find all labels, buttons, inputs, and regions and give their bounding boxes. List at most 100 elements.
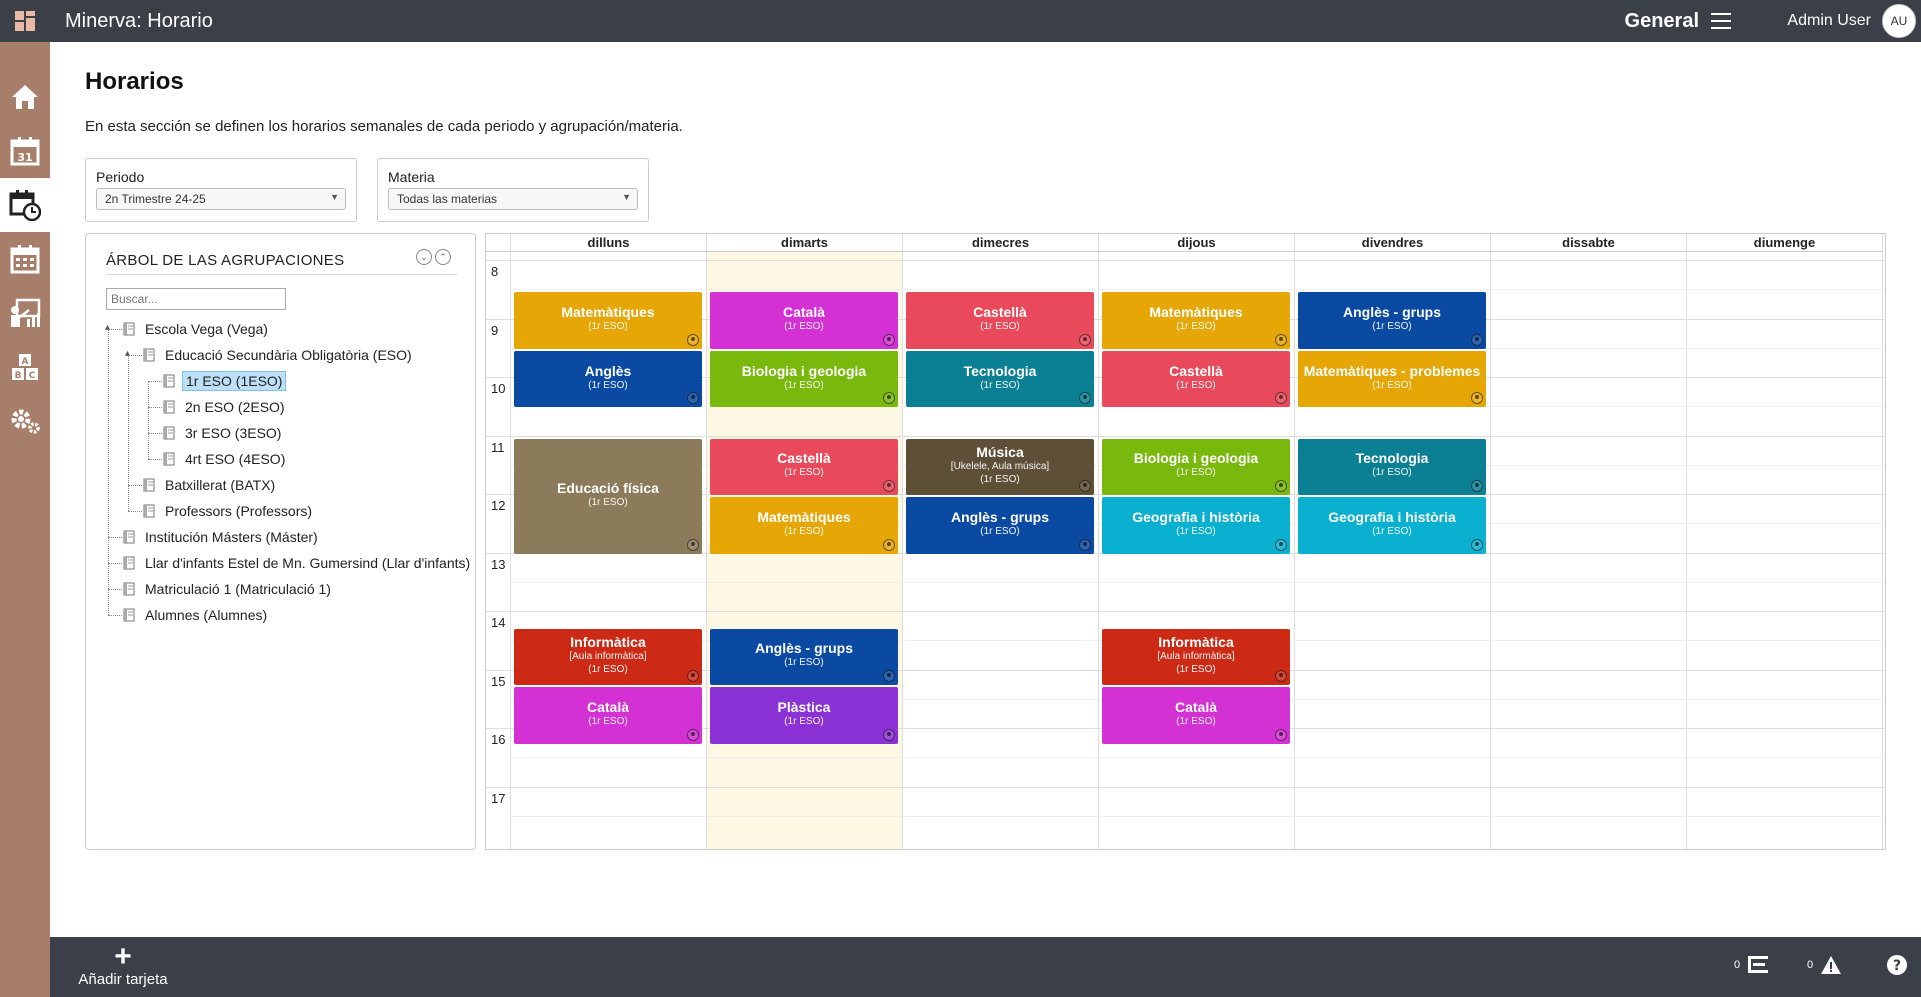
schedule-event[interactable]: Castellà (1r ESO) [1102, 350, 1290, 408]
event-info-icon[interactable] [1471, 333, 1483, 346]
schedule-event[interactable]: Matemàtiques (1r ESO) [514, 292, 702, 349]
schedule-event[interactable]: Català (1r ESO) [1102, 687, 1290, 744]
event-info-icon[interactable] [687, 728, 699, 741]
event-info-icon[interactable] [687, 392, 699, 405]
schedule-event[interactable]: Tecnologia (1r ESO) [1298, 438, 1486, 495]
sidebar-item-home[interactable] [0, 70, 50, 124]
hour-gridline [486, 611, 1885, 612]
event-subtitle: [Aula informàtica] [1157, 650, 1235, 662]
app-logo-icon[interactable] [0, 0, 50, 42]
schedule-event[interactable]: Català (1r ESO) [514, 687, 702, 744]
event-info-icon[interactable] [1471, 480, 1483, 492]
schedule-event[interactable]: Anglès - grups (1r ESO) [1298, 292, 1486, 349]
schedule-event[interactable]: Matemàtiques (1r ESO) [710, 497, 898, 554]
event-info-icon[interactable] [883, 333, 895, 346]
event-info-icon[interactable] [1275, 728, 1287, 741]
tree-node[interactable]: Educació Secundària Obligatòria (ESO) [142, 343, 415, 367]
event-info-icon[interactable] [687, 333, 699, 346]
tree-guide-line [108, 329, 109, 615]
schedule-event[interactable]: Biologia i geologia (1r ESO) [710, 350, 898, 408]
event-info-icon[interactable] [687, 670, 699, 683]
event-title: Tecnologia [963, 362, 1037, 379]
event-info-icon[interactable] [1079, 538, 1091, 551]
event-info-icon[interactable] [1275, 333, 1287, 346]
tree-connector [128, 485, 142, 486]
sidebar-item-settings[interactable] [0, 394, 50, 448]
tree-node[interactable]: 3r ESO (3ESO) [162, 421, 284, 445]
event-info-icon[interactable] [883, 670, 895, 683]
event-title: Català [586, 698, 630, 715]
tree-node[interactable]: Escola Vega (Vega) [122, 317, 271, 341]
periodo-label: Periodo [96, 169, 145, 185]
event-info-icon[interactable] [883, 480, 895, 492]
schedule-event[interactable]: Biologia i geologia (1r ESO) [1102, 438, 1290, 495]
event-title: Educació física [557, 479, 659, 496]
context-selector[interactable]: General [1625, 10, 1699, 33]
tree-node[interactable]: Institución Másters (Máster) [122, 525, 321, 549]
hamburger-menu-icon[interactable] [1711, 13, 1731, 29]
event-info-icon[interactable] [687, 538, 699, 551]
tree-node[interactable]: 4rt ESO (4ESO) [162, 447, 288, 471]
tree-node[interactable]: Llar d'infants Estel de Mn. Gumersind (L… [122, 551, 473, 575]
schedule-event[interactable]: Català (1r ESO) [710, 292, 898, 349]
tree-node-label: Matriculació 1 (Matriculació 1) [145, 581, 331, 597]
day-column[interactable] [1491, 252, 1687, 849]
tree-node[interactable]: Alumnes (Alumnes) [122, 603, 270, 627]
event-info-icon[interactable] [1275, 392, 1287, 405]
event-info-icon[interactable] [883, 392, 895, 405]
schedule-event[interactable]: Geografia i història (1r ESO) [1102, 497, 1290, 554]
svg-text:A: A [22, 357, 29, 367]
schedule-event[interactable]: Educació física (1r ESO) [514, 438, 702, 554]
schedule-event[interactable]: Geografia i història (1r ESO) [1298, 497, 1486, 554]
event-info-icon[interactable] [1079, 333, 1091, 346]
sidebar-item-teachers[interactable] [0, 286, 50, 340]
expand-all-icon[interactable]: ⌃ [435, 249, 451, 265]
event-info-icon[interactable] [883, 728, 895, 741]
event-info-icon[interactable] [1275, 480, 1287, 492]
page-title: Horarios [85, 68, 184, 95]
warning-icon[interactable] [1820, 954, 1842, 976]
sidebar-item-calendar-grid[interactable] [0, 232, 50, 286]
tree-node[interactable]: 1r ESO (1ESO) [162, 369, 287, 393]
schedule-event[interactable]: Plàstica (1r ESO) [710, 687, 898, 744]
tree-node[interactable]: Matriculació 1 (Matriculació 1) [122, 577, 334, 601]
schedule-event[interactable]: Castellà (1r ESO) [710, 438, 898, 495]
event-title: Castellà [1169, 362, 1223, 379]
event-info-icon[interactable] [1079, 392, 1091, 405]
event-subtitle: (1r ESO) [1372, 525, 1412, 537]
list-icon[interactable] [1747, 954, 1769, 976]
periodo-select[interactable]: 2n Trimestre 24-25 ▼ [96, 188, 346, 210]
tree-node[interactable]: Professors (Professors) [142, 499, 315, 523]
event-info-icon[interactable] [1471, 538, 1483, 551]
tree-search-input[interactable] [106, 288, 286, 310]
add-card-label: Añadir tarjeta [78, 971, 168, 988]
avatar[interactable]: AU [1882, 4, 1916, 38]
user-name[interactable]: Admin User [1787, 12, 1871, 30]
schedule-event[interactable]: Informàtica [Aula informàtica] (1r ESO) [514, 628, 702, 686]
help-icon[interactable]: ? [1886, 954, 1908, 976]
schedule-event[interactable]: Anglès - grups (1r ESO) [710, 628, 898, 686]
tree-node[interactable]: Batxillerat (BATX) [142, 473, 278, 497]
event-info-icon[interactable] [1471, 392, 1483, 405]
schedule-event[interactable]: Castellà (1r ESO) [906, 292, 1094, 349]
schedule-event[interactable]: Matemàtiques (1r ESO) [1102, 292, 1290, 349]
event-info-icon[interactable] [1275, 538, 1287, 551]
schedule-event[interactable]: Música [Ukelele, Aula música] (1r ESO) [906, 438, 1094, 495]
collapse-all-icon[interactable]: ⌄ [416, 249, 432, 265]
schedule-event[interactable]: Anglès (1r ESO) [514, 350, 702, 408]
event-info-icon[interactable] [1079, 480, 1091, 492]
schedule-event[interactable]: Matemàtiques - problemes (1r ESO) [1298, 350, 1486, 408]
sidebar-item-horario[interactable] [0, 178, 50, 232]
event-info-icon[interactable] [883, 538, 895, 551]
sidebar-item-calendar[interactable]: 31 [0, 124, 50, 178]
schedule-event[interactable]: Informàtica [Aula informàtica] (1r ESO) [1102, 628, 1290, 686]
add-card-button[interactable]: + Añadir tarjeta [68, 942, 178, 989]
event-info-icon[interactable] [1275, 670, 1287, 683]
tree-node[interactable]: 2n ESO (2ESO) [162, 395, 288, 419]
sidebar-item-subjects[interactable]: ABC [0, 340, 50, 394]
materia-select[interactable]: Todas las materias ▼ [388, 188, 638, 210]
schedule-event[interactable]: Tecnologia (1r ESO) [906, 350, 1094, 408]
svg-text:?: ? [1893, 958, 1901, 974]
schedule-event[interactable]: Anglès - grups (1r ESO) [906, 497, 1094, 554]
day-column[interactable] [1687, 252, 1883, 849]
